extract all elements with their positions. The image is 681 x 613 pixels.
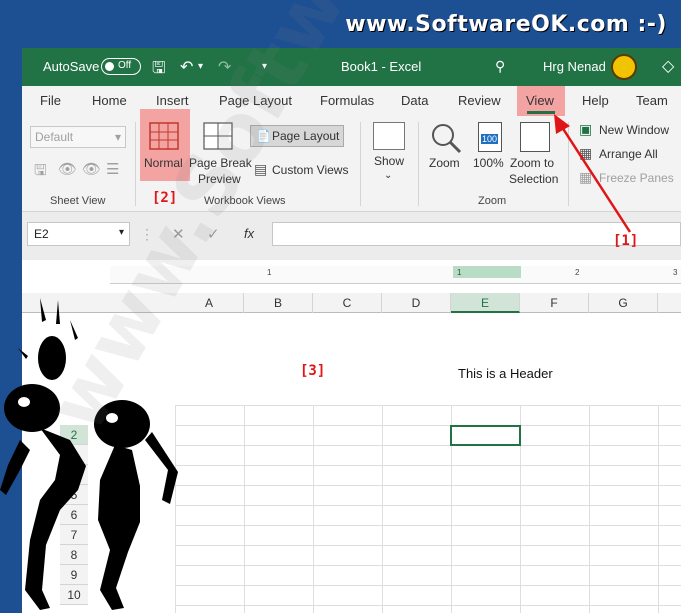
ruler-tick: 3: [673, 268, 678, 277]
keep-view-icon[interactable]: 🖫: [34, 160, 47, 185]
tab-view[interactable]: View: [526, 93, 554, 108]
autosave-label: AutoSave: [43, 59, 100, 74]
normal-view-icon[interactable]: [149, 122, 179, 150]
group-label-sheet-view: Sheet View: [50, 195, 106, 207]
ruler-highlight: [453, 266, 521, 278]
tab-insert[interactable]: Insert: [156, 93, 189, 108]
zoom-button[interactable]: Zoom: [429, 156, 460, 170]
column-header-c[interactable]: C: [313, 293, 382, 313]
user-name[interactable]: Hrg Nenad: [543, 59, 606, 74]
ruler-tick: 1: [267, 268, 272, 277]
tab-home[interactable]: Home: [92, 93, 127, 108]
exit-view-icon[interactable]: 👁: [58, 160, 77, 178]
show-dropdown-icon[interactable]: ⌄: [384, 170, 392, 181]
tab-team[interactable]: Team: [636, 93, 668, 108]
tab-help[interactable]: Help: [582, 93, 609, 108]
zoom-100-button[interactable]: 100%: [473, 156, 504, 170]
document-title: Book1 - Excel: [341, 59, 422, 74]
tab-file[interactable]: File: [40, 93, 61, 108]
zoom-icon[interactable]: [430, 122, 462, 154]
autosave-toggle[interactable]: Off: [101, 58, 141, 75]
diamond-icon[interactable]: ◇: [662, 56, 674, 76]
ruler-tick: 2: [575, 268, 580, 277]
tab-formulas[interactable]: Formulas: [320, 93, 374, 108]
ruler-tick: 1: [457, 268, 462, 277]
column-header-f[interactable]: F: [520, 293, 589, 313]
annotation-arrow: [554, 114, 632, 233]
avatar[interactable]: [611, 54, 637, 80]
name-box[interactable]: E2 ▾: [27, 222, 130, 246]
group-label-zoom: Zoom: [478, 195, 507, 207]
column-header-b[interactable]: B: [244, 293, 313, 313]
undo-icon[interactable]: ↶: [180, 57, 193, 77]
insert-function-icon[interactable]: fx: [244, 226, 254, 241]
show-icon[interactable]: [373, 122, 405, 150]
annotation-marker-3: [3]: [300, 363, 326, 379]
separator: [135, 122, 136, 206]
selected-cell-e2[interactable]: [450, 425, 521, 446]
show-button[interactable]: Show: [374, 154, 404, 168]
separator: [360, 122, 361, 206]
separator: [418, 122, 419, 206]
tab-data[interactable]: Data: [401, 93, 428, 108]
annotation-marker-2: [2]: [152, 190, 178, 206]
title-bar: AutoSave Off 🖫 ↶ ▾ ↷ ▾ Book1 - Excel ⚲ H…: [22, 48, 681, 86]
screenshot: www.SoftwareOK.com :-) AutoSave Off 🖫 ↶ …: [0, 0, 681, 613]
sheet-view-dropdown[interactable]: Default ▾: [30, 126, 126, 148]
column-header-d[interactable]: D: [382, 293, 451, 313]
custom-views-button[interactable]: Custom Views: [272, 163, 348, 177]
search-icon[interactable]: ⚲: [495, 58, 505, 75]
cell-grid[interactable]: [175, 405, 681, 613]
zoom-100-icon[interactable]: 100: [478, 122, 502, 152]
tab-review[interactable]: Review: [458, 93, 501, 108]
column-header-g[interactable]: G: [589, 293, 658, 313]
column-header-e[interactable]: E: [451, 293, 520, 313]
new-view-icon[interactable]: 👁: [82, 160, 101, 178]
save-icon[interactable]: 🖫: [152, 57, 166, 84]
undo-dropdown-icon[interactable]: ▾: [198, 61, 203, 72]
site-brand: www.SoftwareOK.com :-): [345, 12, 667, 37]
page-header-text[interactable]: This is a Header: [458, 366, 553, 381]
options-view-icon[interactable]: ☰: [106, 160, 119, 178]
